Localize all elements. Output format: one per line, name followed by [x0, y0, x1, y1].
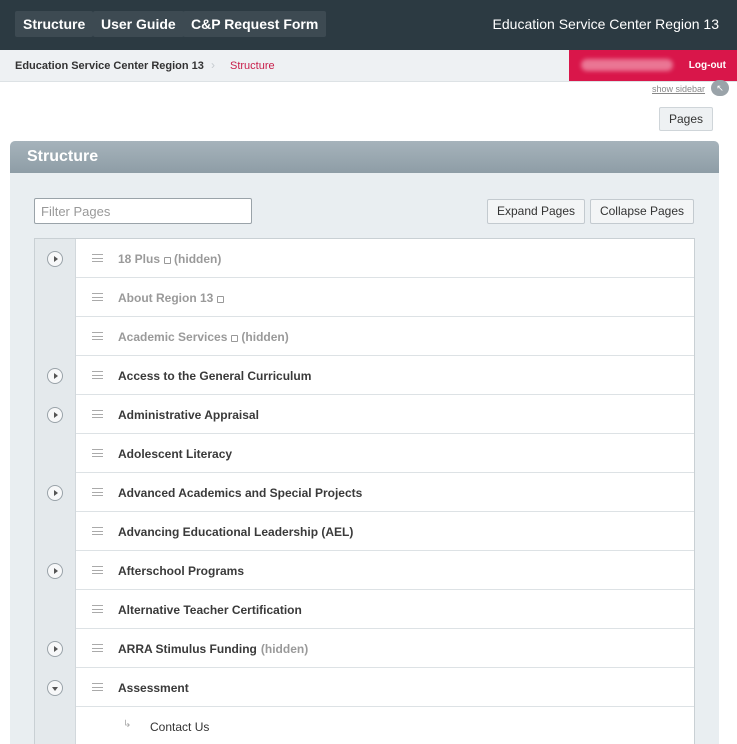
- expand-row-icon[interactable]: [47, 368, 63, 384]
- page-title-link[interactable]: Alternative Teacher Certification: [118, 603, 302, 617]
- page-title-text: Adolescent Literacy: [118, 447, 233, 461]
- page-title-link[interactable]: Advanced Academics and Special Projects: [118, 486, 362, 500]
- lock-icon: [231, 335, 239, 342]
- row-gutter: [35, 590, 76, 629]
- tree-row[interactable]: 18 Plus (hidden): [35, 239, 694, 278]
- nav-structure[interactable]: Structure: [15, 11, 94, 37]
- row-gutter: [35, 668, 76, 707]
- tree-row[interactable]: ARRA Stimulus Funding (hidden): [35, 629, 694, 668]
- child-arrow-icon: ↳: [123, 719, 132, 730]
- top-nav-bar: Structure User Guide C&P Request Form Ed…: [0, 0, 737, 50]
- panel-header: Structure: [10, 141, 719, 173]
- drag-handle-icon[interactable]: [92, 371, 103, 379]
- show-sidebar-link[interactable]: show sidebar: [652, 84, 705, 94]
- sidebar-arrow-icon[interactable]: ↖: [711, 80, 729, 96]
- collapse-pages-button[interactable]: Collapse Pages: [590, 199, 694, 224]
- row-gutter: [35, 473, 76, 512]
- page-title-link[interactable]: Adolescent Literacy: [118, 447, 232, 461]
- page-title-text: Administrative Appraisal: [118, 408, 259, 422]
- page-title-text: Alternative Teacher Certification: [118, 603, 302, 617]
- collapse-row-icon[interactable]: [47, 680, 63, 696]
- row-gutter: [35, 707, 76, 744]
- page-title-text: Afterschool Programs: [118, 564, 245, 578]
- drag-handle-icon[interactable]: [92, 566, 103, 574]
- page-title-text: About Region 13: [118, 291, 214, 305]
- expand-row-icon[interactable]: [47, 407, 63, 423]
- panel-title: Structure: [27, 148, 99, 165]
- tree-row[interactable]: Assessment: [35, 668, 694, 707]
- page-title-link[interactable]: Access to the General Curriculum: [118, 369, 311, 383]
- row-gutter: [35, 512, 76, 551]
- page-title-text: Access to the General Curriculum: [118, 369, 312, 383]
- drag-handle-icon[interactable]: [92, 293, 103, 301]
- hidden-badge: (hidden): [260, 642, 309, 656]
- lock-icon: [164, 257, 172, 264]
- user-name-redacted[interactable]: [581, 59, 673, 71]
- page-title-link[interactable]: Administrative Appraisal: [118, 408, 259, 422]
- structure-panel: Structure Expand Pages Collapse Pages 18…: [10, 141, 719, 744]
- tree-child-row[interactable]: ↳ Contact Us: [35, 707, 694, 744]
- expand-row-icon[interactable]: [47, 251, 63, 267]
- breadcrumb-home[interactable]: Education Service Center Region 13: [15, 60, 204, 72]
- drag-handle-icon[interactable]: [92, 488, 103, 496]
- row-gutter: [35, 551, 76, 590]
- row-gutter: [35, 629, 76, 668]
- row-gutter: [35, 395, 76, 434]
- expand-pages-button[interactable]: Expand Pages: [487, 199, 585, 224]
- page-title-link[interactable]: Academic Services (hidden): [118, 330, 289, 344]
- nav-user-guide[interactable]: User Guide: [93, 11, 184, 37]
- lock-icon: [217, 296, 225, 303]
- row-gutter: [35, 434, 76, 473]
- expand-row-icon[interactable]: [47, 485, 63, 501]
- drag-handle-icon[interactable]: [92, 332, 103, 340]
- page-title-text: 18 Plus: [118, 252, 161, 266]
- tree-row[interactable]: Access to the General Curriculum: [35, 356, 694, 395]
- site-title[interactable]: Education Service Center Region 13: [493, 16, 719, 32]
- tree-row[interactable]: Advancing Educational Leadership (AEL): [35, 512, 694, 551]
- expand-row-icon[interactable]: [47, 641, 63, 657]
- page-tree: 18 Plus (hidden) About Region 13 Academic S…: [34, 238, 695, 744]
- tree-row[interactable]: About Region 13: [35, 278, 694, 317]
- row-gutter: [35, 278, 76, 317]
- page-title-text: ARRA Stimulus Funding: [118, 642, 257, 656]
- page-title-link[interactable]: About Region 13: [118, 291, 227, 305]
- page-title-link[interactable]: ARRA Stimulus Funding (hidden): [118, 642, 308, 656]
- tree-row[interactable]: Academic Services (hidden): [35, 317, 694, 356]
- tree-row[interactable]: Advanced Academics and Special Projects: [35, 473, 694, 512]
- page-title-link[interactable]: 18 Plus (hidden): [118, 252, 221, 266]
- tree-row[interactable]: Afterschool Programs: [35, 551, 694, 590]
- page-title-link[interactable]: Afterschool Programs: [118, 564, 244, 578]
- drag-handle-icon[interactable]: [92, 527, 103, 535]
- drag-handle-icon[interactable]: [92, 410, 103, 418]
- breadcrumb-current: Structure: [230, 60, 275, 72]
- row-gutter: [35, 356, 76, 395]
- drag-handle-icon[interactable]: [92, 683, 103, 691]
- tree-row[interactable]: Adolescent Literacy: [35, 434, 694, 473]
- tree-row[interactable]: Alternative Teacher Certification: [35, 590, 694, 629]
- filter-pages-input[interactable]: [34, 198, 252, 224]
- child-page-link[interactable]: Contact Us: [150, 720, 209, 734]
- tree-row[interactable]: Administrative Appraisal: [35, 395, 694, 434]
- drag-handle-icon[interactable]: [92, 449, 103, 457]
- drag-handle-icon[interactable]: [92, 644, 103, 652]
- logout-button[interactable]: Log-out: [689, 60, 726, 71]
- page-title-text: Academic Services: [118, 330, 228, 344]
- page-title-text: Advanced Academics and Special Projects: [118, 486, 363, 500]
- nav-cp-request-form[interactable]: C&P Request Form: [183, 11, 327, 37]
- expand-row-icon[interactable]: [47, 563, 63, 579]
- hidden-badge: (hidden): [174, 252, 222, 266]
- pages-button[interactable]: Pages: [659, 107, 713, 131]
- user-menu: Log-out: [569, 50, 737, 81]
- page-title-text: Assessment: [118, 681, 189, 695]
- page-title-text: Advancing Educational Leadership (AEL): [118, 525, 354, 539]
- hidden-badge: (hidden): [241, 330, 289, 344]
- breadcrumb-separator-icon: ›: [211, 58, 215, 72]
- row-gutter: [35, 239, 76, 278]
- drag-handle-icon[interactable]: [92, 254, 103, 262]
- row-gutter: [35, 317, 76, 356]
- drag-handle-icon[interactable]: [92, 605, 103, 613]
- page-title-link[interactable]: Advancing Educational Leadership (AEL): [118, 525, 353, 539]
- page-title-link[interactable]: Assessment: [118, 681, 189, 695]
